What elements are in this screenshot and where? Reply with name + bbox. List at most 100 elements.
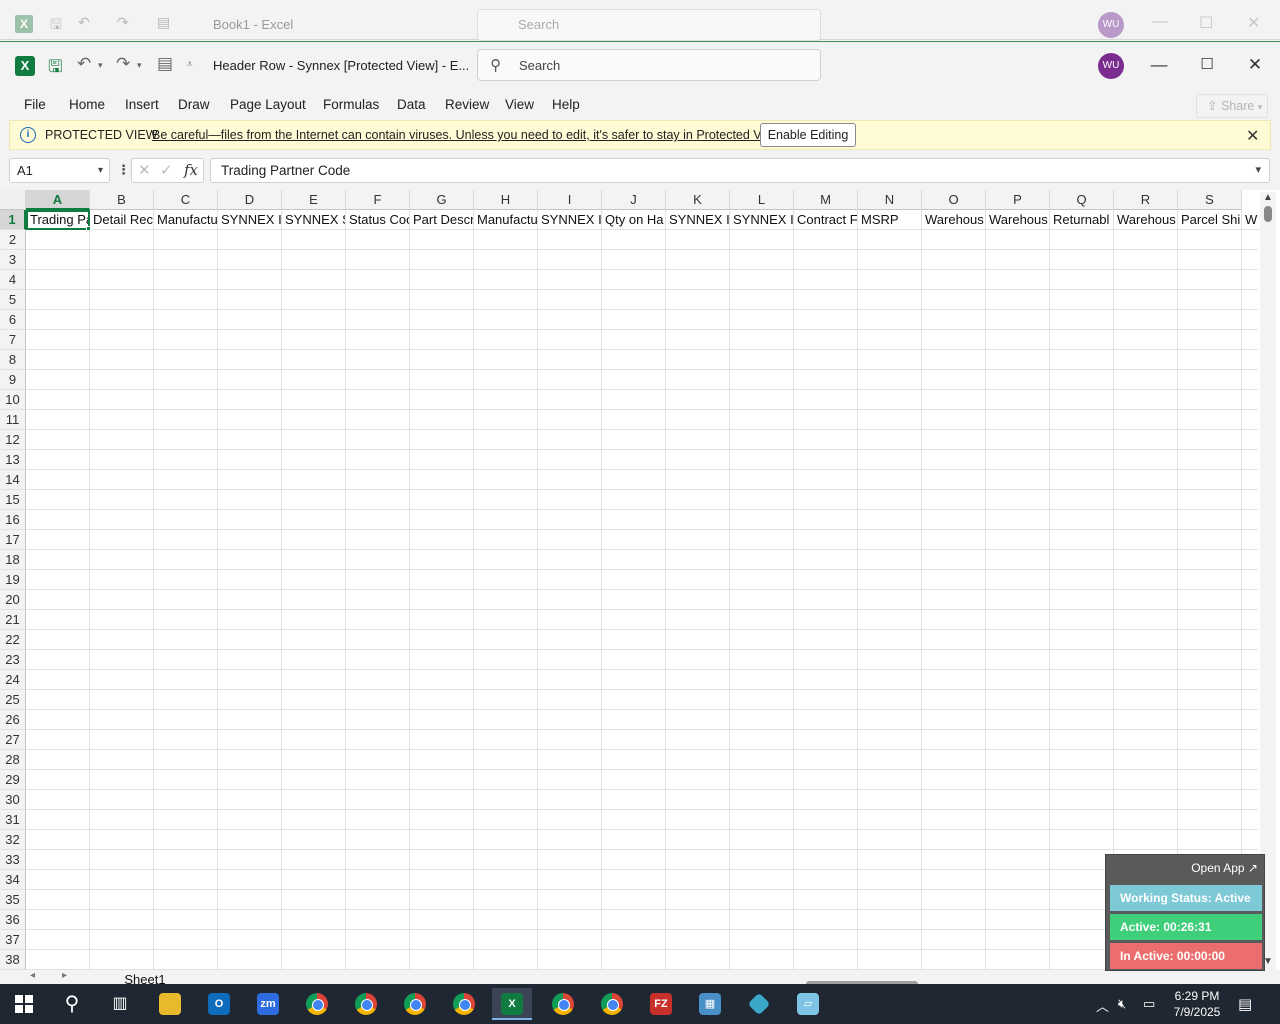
row-header-19[interactable]: 19	[0, 570, 26, 590]
cell-k1[interactable]: SYNNEX Ir	[666, 210, 730, 230]
next-sheet-icon[interactable]: ▸	[62, 970, 67, 981]
formula-input[interactable]: Trading Partner Code ▾	[210, 158, 1270, 183]
zoom-icon[interactable]: zm	[248, 988, 288, 1020]
column-header-p[interactable]: P	[986, 190, 1050, 210]
bg-minimize-icon[interactable]: —	[1152, 13, 1168, 31]
cell-i1[interactable]: SYNNEX Ir	[538, 210, 602, 230]
prev-sheet-icon[interactable]: ◂	[30, 970, 35, 981]
cell-s1[interactable]: Parcel Shi	[1178, 210, 1242, 230]
bg-close-icon[interactable]: ✕	[1247, 13, 1260, 33]
cell-e1[interactable]: SYNNEX SI	[282, 210, 346, 230]
row-header-10[interactable]: 10	[0, 390, 26, 410]
chrome-profile-5-icon[interactable]	[592, 988, 632, 1020]
column-header-a[interactable]: A	[26, 190, 90, 210]
column-header-o[interactable]: O	[922, 190, 986, 210]
chrome-profile-4-icon[interactable]	[543, 988, 583, 1020]
tab-file[interactable]: File	[24, 97, 46, 112]
column-header-c[interactable]: C	[154, 190, 218, 210]
cell-area[interactable]: Trading Pa Detail Rec Manufactu SYNNEX Ir SY…	[26, 210, 1262, 970]
tab-data[interactable]: Data	[397, 97, 426, 112]
enter-icon[interactable]: ✓	[160, 161, 173, 179]
row-header-12[interactable]: 12	[0, 430, 26, 450]
cell-g1[interactable]: Part Descr	[410, 210, 474, 230]
column-header-j[interactable]: J	[602, 190, 666, 210]
network-icon[interactable]: ▭	[1143, 996, 1155, 1012]
row-header-15[interactable]: 15	[0, 490, 26, 510]
row-header-23[interactable]: 23	[0, 650, 26, 670]
background-avatar[interactable]: WU	[1098, 12, 1124, 38]
open-app-link[interactable]: Open App ↗	[1191, 861, 1258, 875]
cancel-icon[interactable]: ✕	[138, 161, 151, 179]
column-header-e[interactable]: E	[282, 190, 346, 210]
spreadsheet-grid[interactable]: ABCDEFGHIJKLMNOPQRS 1 2 3 4 5 6 7 8 9 10 11 12 13 14 1…	[0, 190, 1280, 970]
row-header-18[interactable]: 18	[0, 550, 26, 570]
row-header-3[interactable]: 3	[0, 250, 26, 270]
chrome-icon[interactable]	[297, 988, 337, 1020]
row-header-1[interactable]: 1	[0, 210, 26, 230]
chrome-profile-icon[interactable]	[346, 988, 386, 1020]
bg-maximize-icon[interactable]: ☐	[1199, 13, 1213, 33]
tab-help[interactable]: Help	[552, 97, 580, 112]
column-header-q[interactable]: Q	[1050, 190, 1114, 210]
close-icon[interactable]: ✕	[1246, 126, 1259, 146]
column-header-f[interactable]: F	[346, 190, 410, 210]
cell-a1[interactable]: Trading Pa	[26, 210, 90, 230]
cell-t1[interactable]: W	[1242, 210, 1262, 230]
redo-icon[interactable]: ↷	[116, 54, 130, 74]
row-header-20[interactable]: 20	[0, 590, 26, 610]
app-diamond-icon[interactable]	[739, 988, 779, 1020]
row-header-14[interactable]: 14	[0, 470, 26, 490]
column-header-m[interactable]: M	[794, 190, 858, 210]
column-header-d[interactable]: D	[218, 190, 282, 210]
save-icon[interactable]: 🖫	[48, 54, 62, 83]
row-header-26[interactable]: 26	[0, 710, 26, 730]
row-header-22[interactable]: 22	[0, 630, 26, 650]
row-header-16[interactable]: 16	[0, 510, 26, 530]
minimize-button[interactable]: —	[1144, 52, 1174, 78]
cell-c1[interactable]: Manufactu	[154, 210, 218, 230]
row-header-8[interactable]: 8	[0, 350, 26, 370]
tab-formulas[interactable]: Formulas	[323, 97, 379, 112]
search-icon[interactable]: ⚲	[52, 988, 92, 1020]
cell-q1[interactable]: Returnabl	[1050, 210, 1114, 230]
excel-taskbar-icon[interactable]: X	[492, 988, 532, 1020]
cell-o1[interactable]: Warehous	[922, 210, 986, 230]
file-explorer-icon[interactable]	[150, 988, 190, 1020]
form-icon[interactable]: ▤	[157, 54, 173, 74]
task-view-icon[interactable]: ▥	[100, 988, 140, 1020]
notifications-icon[interactable]: ▤	[1238, 995, 1252, 1013]
column-header-r[interactable]: R	[1114, 190, 1178, 210]
maximize-button[interactable]: ☐	[1192, 52, 1222, 78]
filezilla-icon[interactable]: FZ	[641, 988, 681, 1020]
row-header-38[interactable]: 38	[0, 950, 26, 970]
share-button[interactable]: ⇪ Share ▾	[1196, 94, 1268, 118]
row-header-6[interactable]: 6	[0, 310, 26, 330]
cell-p1[interactable]: Warehous	[986, 210, 1050, 230]
row-header-36[interactable]: 36	[0, 910, 26, 930]
row-header-35[interactable]: 35	[0, 890, 26, 910]
calculator-icon[interactable]: ▦	[690, 988, 730, 1020]
fill-handle[interactable]	[86, 226, 91, 231]
row-header-29[interactable]: 29	[0, 770, 26, 790]
redo-dropdown-icon[interactable]: ▾	[137, 60, 142, 71]
row-header-17[interactable]: 17	[0, 530, 26, 550]
cell-m1[interactable]: Contract F	[794, 210, 858, 230]
row-header-24[interactable]: 24	[0, 670, 26, 690]
column-header-s[interactable]: S	[1178, 190, 1242, 210]
row-header-28[interactable]: 28	[0, 750, 26, 770]
scroll-thumb[interactable]	[1264, 206, 1272, 222]
clock[interactable]: 6:29 PM 7/9/2025	[1162, 988, 1232, 1020]
undo-dropdown-icon[interactable]: ▾	[98, 60, 103, 71]
background-search-box[interactable]: Search	[477, 9, 821, 41]
chevron-down-icon[interactable]: ▾	[1255, 159, 1261, 182]
column-header-n[interactable]: N	[858, 190, 922, 210]
column-header-k[interactable]: K	[666, 190, 730, 210]
protected-view-message-link[interactable]: Be careful—files from the Internet can c…	[152, 128, 783, 142]
row-header-37[interactable]: 37	[0, 930, 26, 950]
tab-insert[interactable]: Insert	[125, 97, 159, 112]
enable-editing-button[interactable]: Enable Editing	[760, 123, 856, 147]
customize-qat-icon[interactable]: ⩡	[187, 59, 193, 70]
cell-l1[interactable]: SYNNEX Ir	[730, 210, 794, 230]
row-header-5[interactable]: 5	[0, 290, 26, 310]
select-all-corner[interactable]	[0, 190, 26, 210]
